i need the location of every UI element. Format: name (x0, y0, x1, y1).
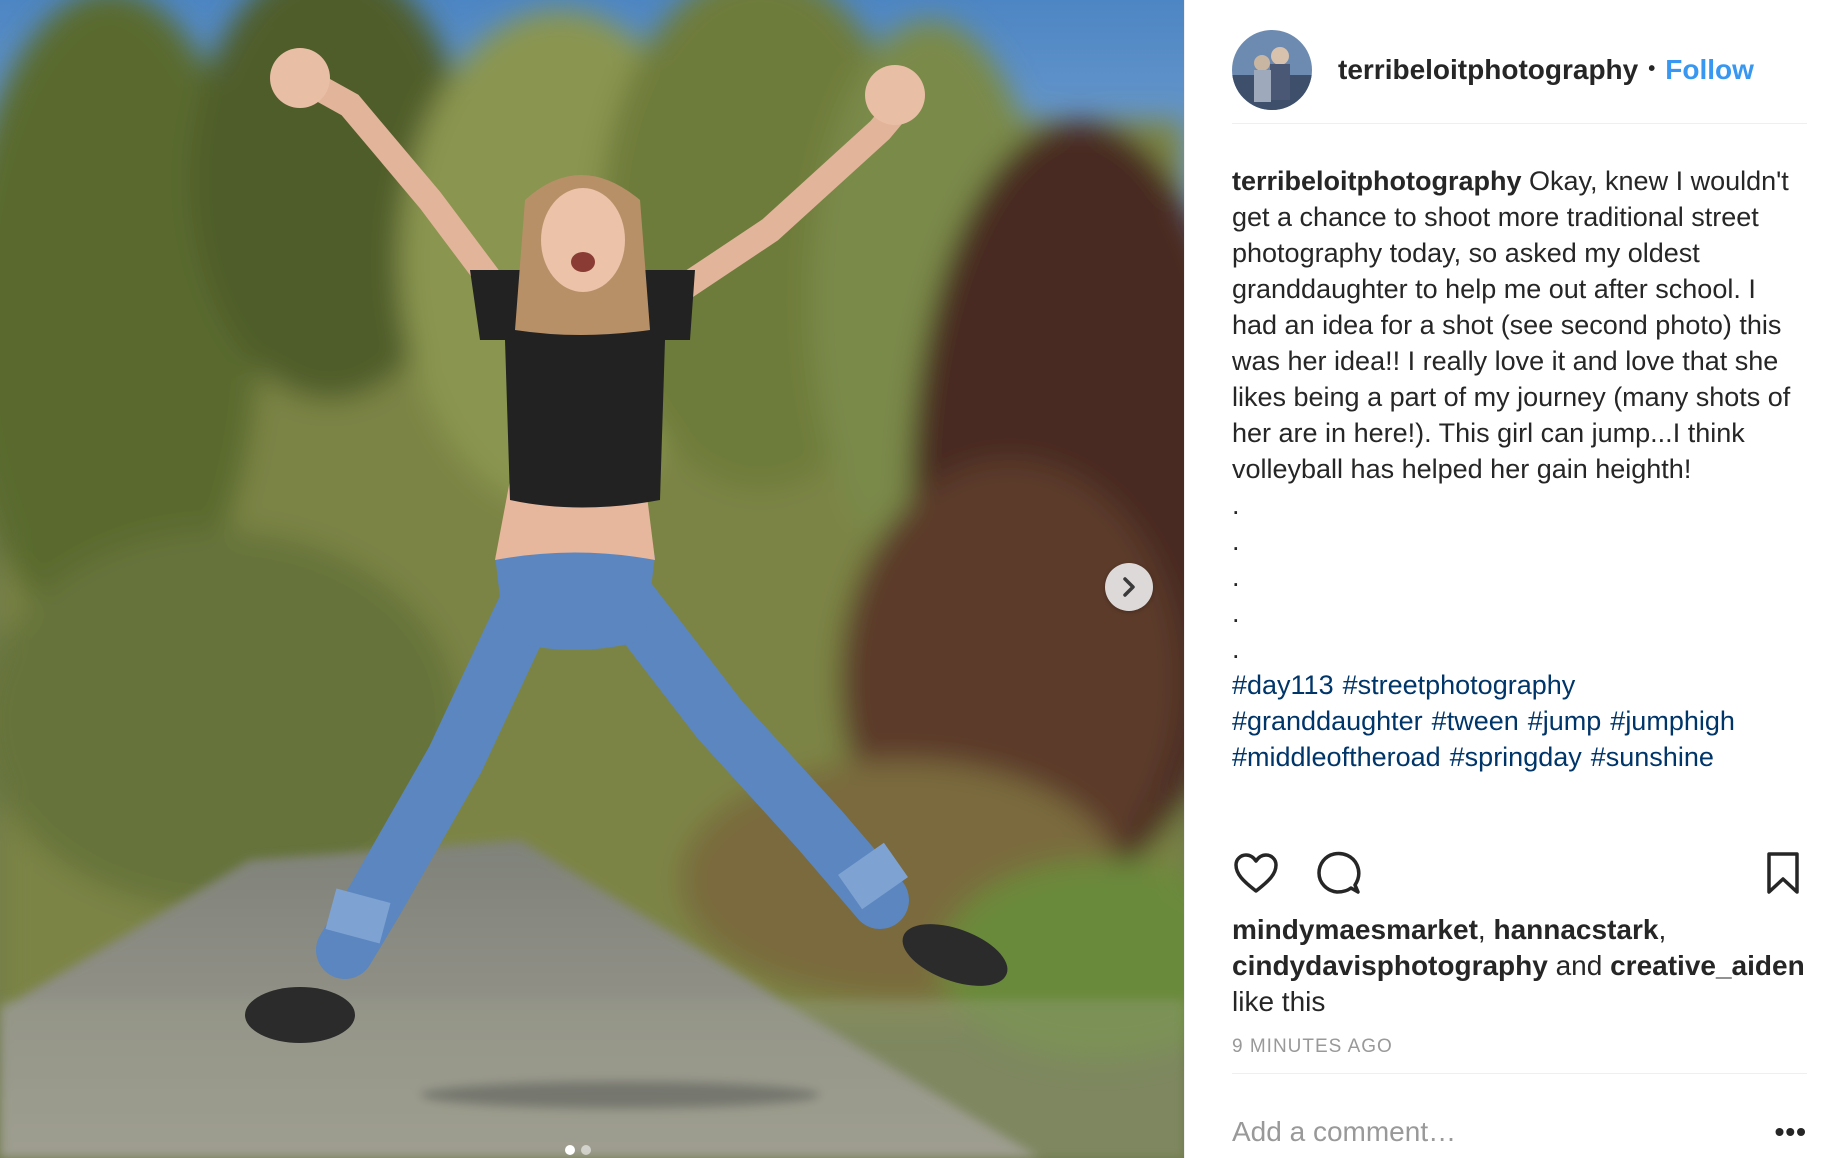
likes-separator: , (1477, 914, 1494, 945)
heart-icon (1234, 853, 1278, 893)
caption: terribeloitphotography Okay, knew I woul… (1232, 163, 1807, 826)
post-actions (1232, 848, 1807, 898)
chevron-right-icon (1123, 577, 1135, 597)
divider (1232, 1073, 1807, 1074)
caption-dot: . (1232, 598, 1240, 628)
caption-dot: . (1232, 490, 1240, 520)
speech-bubble-icon (1317, 851, 1361, 894)
header-names: terribeloitphotography • Follow (1338, 54, 1754, 86)
hashtag-link[interactable]: #sunshine (1591, 742, 1714, 772)
liker-link[interactable]: hannacstark (1493, 914, 1658, 945)
follow-button[interactable]: Follow (1665, 54, 1754, 86)
instagram-post: terribeloitphotography • Follow terribel… (0, 0, 1834, 1158)
hashtag-link[interactable]: #granddaughter (1232, 706, 1423, 736)
caption-dot: . (1232, 562, 1240, 592)
post-header: terribeloitphotography • Follow (1232, 20, 1807, 124)
carousel-next-button[interactable] (1105, 563, 1153, 611)
bookmark-icon (1767, 852, 1799, 894)
hashtag-link[interactable]: #streetphotography (1343, 670, 1576, 700)
likes-suffix: like this (1232, 986, 1326, 1017)
caption-dot: . (1232, 634, 1240, 664)
post-side-panel: terribeloitphotography • Follow terribel… (1184, 0, 1834, 1158)
post-timestamp[interactable]: 9 minutes ago (1232, 1036, 1393, 1058)
hashtag-link[interactable]: #springday (1450, 742, 1582, 772)
save-button[interactable] (1759, 849, 1807, 897)
hashtags: #day113 #streetphotography #granddaughter… (1232, 667, 1807, 775)
avatar[interactable] (1232, 29, 1312, 110)
hashtag-link[interactable]: #day113 (1232, 670, 1334, 700)
liker-link[interactable]: mindymaesmarket (1232, 914, 1478, 945)
header-separator: • (1648, 58, 1656, 80)
carousel-dot (581, 1145, 591, 1155)
hashtag-link[interactable]: #middleoftheroad (1232, 742, 1441, 772)
like-button[interactable] (1232, 849, 1280, 897)
hashtag-link[interactable]: #tween (1432, 706, 1519, 736)
likes-summary: mindymaesmarket, hannacstark, cindydavis… (1232, 912, 1817, 1020)
caption-username[interactable]: terribeloitphotography (1232, 166, 1522, 196)
likes-separator: , (1658, 914, 1667, 945)
photo-image (0, 0, 1184, 1158)
carousel-indicator (565, 1145, 591, 1155)
header-username[interactable]: terribeloitphotography (1338, 54, 1638, 86)
liker-link[interactable]: cindydavisphotography (1232, 950, 1548, 981)
carousel-dot-active (565, 1145, 575, 1155)
add-comment-row: ••• (1232, 1110, 1807, 1154)
comment-input[interactable] (1232, 1116, 1732, 1148)
liker-link[interactable]: creative_aiden (1610, 950, 1805, 981)
hashtag-link[interactable]: #jump (1528, 706, 1602, 736)
comment-button[interactable] (1314, 849, 1362, 897)
likes-and: and (1547, 950, 1611, 981)
more-options-button[interactable]: ••• (1775, 1118, 1807, 1146)
avatar-image (1232, 29, 1312, 110)
caption-text: Okay, knew I wouldn't get a chance to sh… (1232, 166, 1798, 484)
hashtag-link[interactable]: #jumphigh (1610, 706, 1735, 736)
caption-dot: . (1232, 526, 1240, 556)
post-photo[interactable] (0, 0, 1184, 1158)
